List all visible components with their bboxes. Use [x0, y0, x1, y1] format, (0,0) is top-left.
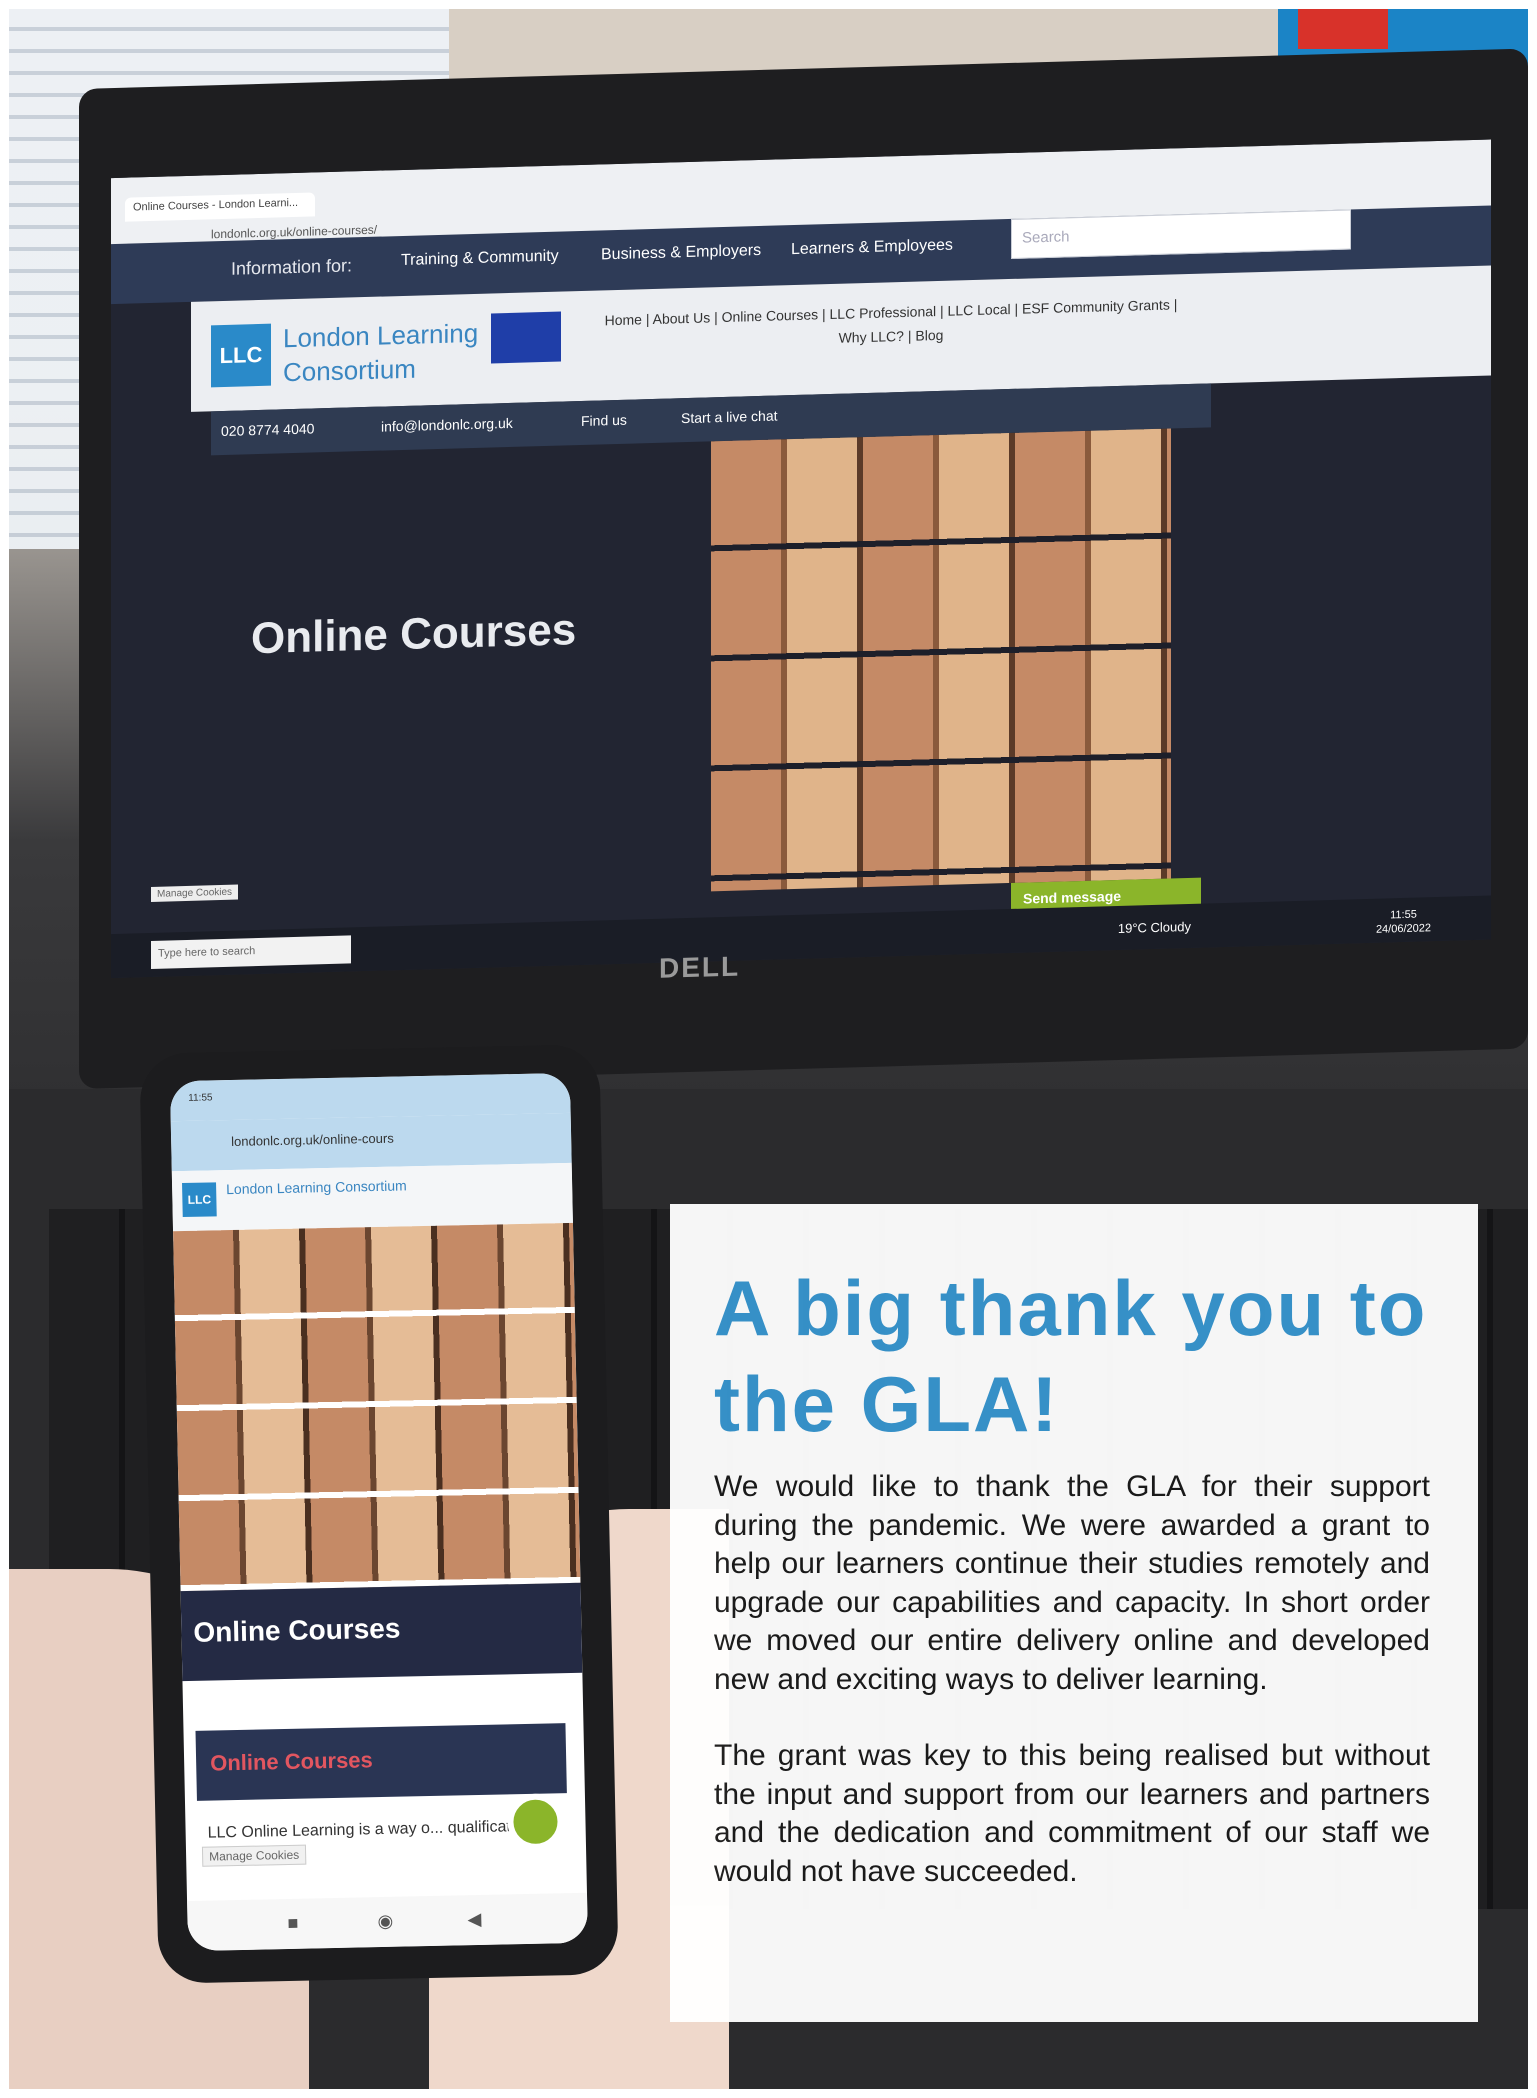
phone-llc-logo[interactable]: LLC: [182, 1182, 217, 1218]
phone-section-title: Online Courses: [195, 1723, 567, 1801]
back-triangle-icon[interactable]: ◀: [467, 1909, 481, 1930]
card-paragraph-2: The grant was key to this being realised…: [714, 1739, 1430, 1888]
hero-title: Online Courses: [251, 605, 577, 664]
chat-bubble-icon[interactable]: [506, 1793, 565, 1851]
eu-flag-logo: [491, 311, 561, 364]
phone-nav-bar: ■ ◉ ◀: [187, 1892, 589, 1952]
llc-logo[interactable]: LLC: [211, 323, 271, 388]
phone-faces-rows: [173, 1222, 581, 1592]
weather-readout: 19°C Cloudy: [1117, 918, 1191, 936]
wall-poster-red: [1298, 9, 1388, 49]
contact-email[interactable]: info@londonlc.org.uk: [381, 415, 513, 435]
card-body: We would like to thank the GLA for their…: [714, 1468, 1430, 1891]
faces-collage-rows: [711, 428, 1171, 892]
phone-url-bar[interactable]: londonlc.org.uk/online-cours: [170, 1112, 572, 1172]
manage-cookies-button[interactable]: Manage Cookies: [151, 884, 239, 902]
taskbar-clock: 11:55 24/06/2022: [1376, 907, 1431, 937]
thank-you-card: A big thank you to the GLA! We would lik…: [670, 1204, 1478, 2022]
contact-phone[interactable]: 020 8774 4040: [221, 420, 314, 439]
square-icon[interactable]: ■: [287, 1913, 298, 1934]
taskbar-search-input[interactable]: Type here to search: [151, 935, 351, 969]
laptop-screen: Online Courses - London Learni... london…: [111, 139, 1491, 979]
phone-screen: 11:55 londonlc.org.uk/online-cours LLC L…: [169, 1072, 589, 1952]
home-circle-icon[interactable]: ◉: [377, 1911, 393, 1932]
laptop: Online Courses - London Learni... london…: [79, 48, 1528, 1090]
smartphone: 11:55 londonlc.org.uk/online-cours LLC L…: [139, 1044, 619, 1984]
org-name: London Learning Consortium: [283, 317, 479, 388]
page: Online Courses - London Learni... london…: [0, 0, 1537, 2098]
phone-hero-title: Online Courses: [180, 1582, 583, 1682]
info-for-label: Information for:: [231, 255, 353, 279]
clock-date: 24/06/2022: [1375, 922, 1431, 936]
card-paragraph-1: We would like to thank the GLA for their…: [714, 1470, 1430, 1696]
contact-find-us[interactable]: Find us: [581, 412, 627, 429]
clock-time: 11:55: [1390, 908, 1417, 922]
phone-manage-cookies-button[interactable]: Manage Cookies: [201, 1844, 307, 1867]
windows-taskbar: Type here to search 19°C Cloudy 11:55 24…: [111, 895, 1491, 979]
contact-live-chat[interactable]: Start a live chat: [681, 407, 778, 426]
card-title: A big thank you to the GLA!: [714, 1264, 1428, 1448]
dell-logo: DELL: [659, 950, 741, 984]
phone-org-name: London Learning Consortium: [225, 1177, 407, 1198]
